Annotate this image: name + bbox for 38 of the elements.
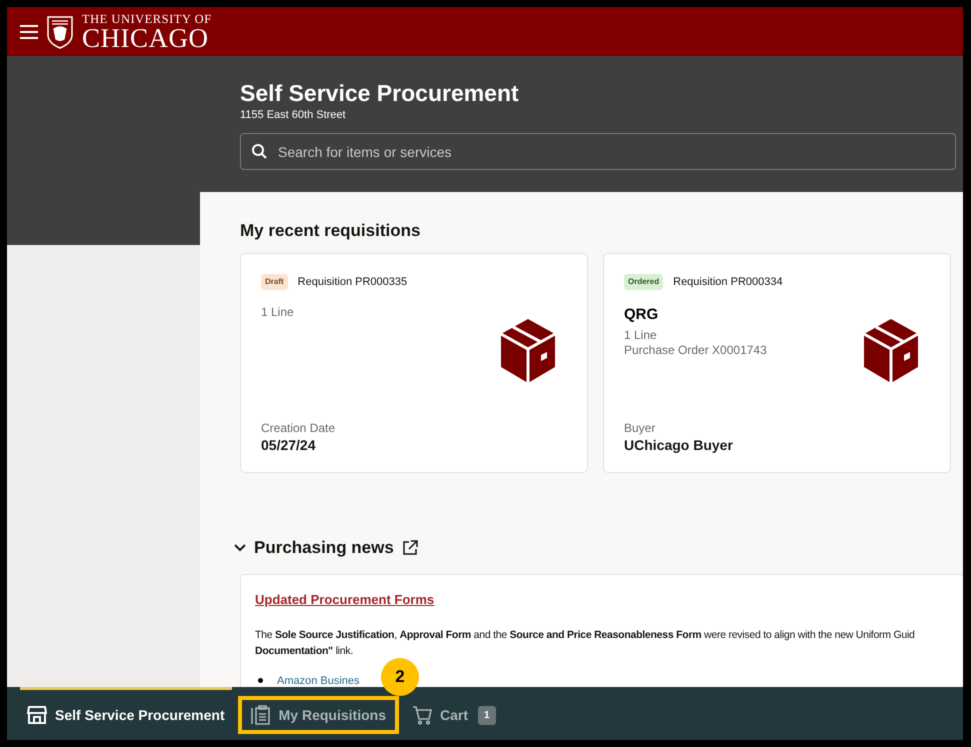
logo-text: THE UNIVERSITY OF	[82, 13, 212, 26]
requisition-number: Requisition PR000335	[298, 275, 408, 290]
requisition-card[interactable]: Draft Requisition PR000335 1 Line Creation Date 05/27/24	[240, 253, 588, 473]
news-headline-link[interactable]: Updated Procurement Forms	[255, 592, 434, 606]
requisition-name: QRG	[624, 304, 660, 324]
address-text: 1155 East 60th Street	[240, 108, 347, 122]
page-title: Self Service Procurement	[240, 79, 520, 108]
count-badge: 1	[478, 706, 496, 724]
requisition-card[interactable]: Ordered Requisition PR000334 QRG 1 Line Purchase Order X0001743 Buyer UChicago Buyer	[603, 253, 951, 473]
package-icon	[499, 316, 557, 384]
search-field[interactable]: Search for items or services	[240, 133, 956, 170]
package-icon	[862, 316, 920, 384]
section-heading: My recent requisitions	[240, 220, 422, 242]
status-badge: Ordered	[624, 274, 664, 290]
section-heading: Purchasing news	[254, 537, 394, 559]
logo-text: CHICAGO	[82, 26, 209, 50]
detail-text: Purchase Order X0001743	[624, 342, 767, 358]
cart-icon	[412, 705, 432, 725]
detail-text: 1 Line	[261, 304, 294, 320]
nav-tab[interactable]: Self Service Procurement	[20, 687, 232, 740]
external-link-icon[interactable]	[402, 540, 418, 556]
detail-text: 1 Line	[624, 328, 658, 342]
field-label: Buyer	[624, 421, 656, 436]
bullet-icon	[258, 678, 263, 684]
menu-icon[interactable]	[20, 24, 38, 38]
nav-tab[interactable]: My Requisitions	[244, 701, 393, 729]
news-link[interactable]: Amazon Busines	[277, 672, 360, 687]
news-paragraph: The Sole Source Justification, Approval Form and the Source and Price Reasonableness Form were revised to align with the new Uniform Guid Documentation" link.	[255, 628, 916, 658]
store-icon	[27, 706, 47, 724]
status-badge: Draft	[261, 274, 288, 290]
requisition-number: Requisition PR000334	[673, 275, 783, 290]
search-icon	[252, 144, 267, 159]
clipboard-icon	[250, 705, 271, 725]
chevron-down-icon[interactable]	[234, 544, 246, 552]
field-value: 05/27/24	[261, 436, 316, 454]
field-value: UChicago Buyer	[624, 436, 734, 454]
field-label: Creation Date	[261, 421, 336, 436]
shield-icon	[46, 14, 74, 48]
